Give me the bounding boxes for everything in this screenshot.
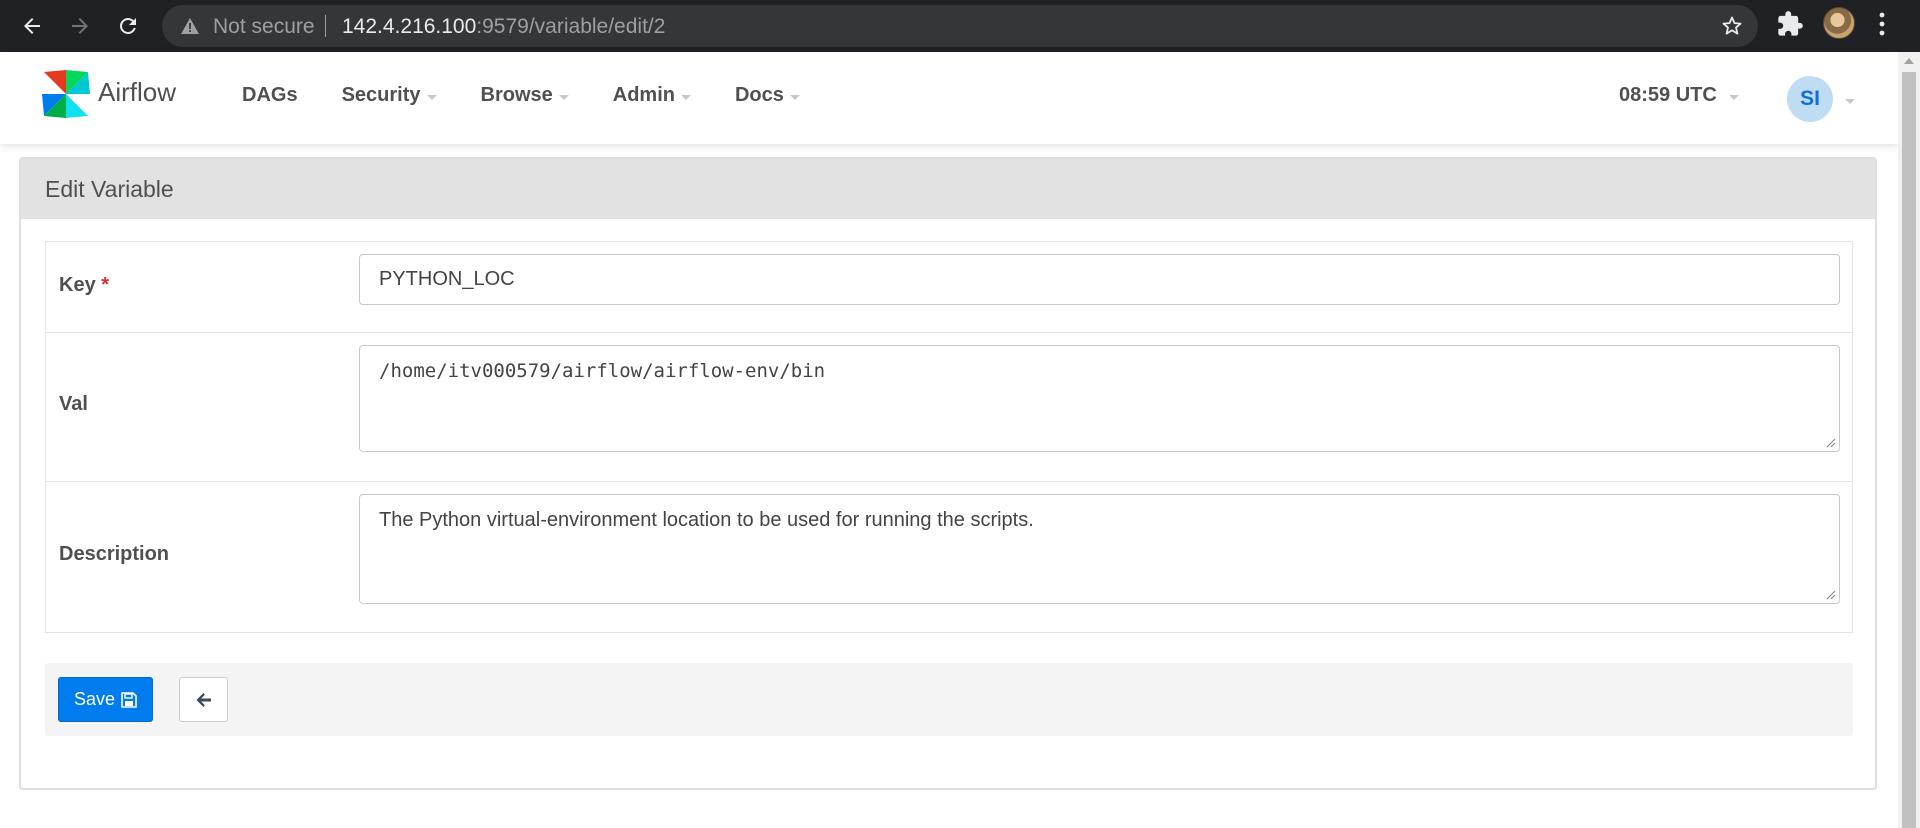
variable-form: Key * PYTHON_LOC Val /home/itv000579/air… (45, 241, 1853, 633)
back-button[interactable] (16, 10, 48, 42)
profile-avatar[interactable] (1823, 7, 1855, 39)
main-menu: DAGs Security Browse Admin Docs (242, 84, 844, 107)
page-scrollbar[interactable] (1898, 52, 1920, 828)
warning-triangle-icon (180, 17, 200, 40)
puzzle-extension-icon[interactable] (1776, 10, 1804, 43)
nav-admin[interactable]: Admin (613, 84, 691, 107)
url-host: 142.4.216.100 (342, 15, 477, 38)
form-row-val: Val /home/itv000579/airflow/airflow-env/… (46, 332, 1852, 481)
caret-down-icon (1728, 95, 1739, 100)
save-button[interactable]: Save (58, 677, 153, 722)
kebab-menu-icon[interactable] (1876, 10, 1888, 43)
floppy-disk-icon (121, 691, 137, 708)
caret-down-icon (426, 95, 437, 100)
airflow-logo-icon (42, 70, 90, 118)
nav-browse-label: Browse (480, 84, 553, 106)
key-label: Key * (59, 274, 109, 297)
user-menu[interactable]: SI (1787, 76, 1855, 122)
brand-name: Airflow (98, 76, 177, 107)
nav-docs[interactable]: Docs (735, 84, 800, 107)
caret-down-icon (558, 95, 569, 100)
url-text[interactable]: 142.4.216.100:9579/variable/edit/2 (342, 16, 665, 38)
val-textarea[interactable]: /home/itv000579/airflow/airflow-env/bin (359, 345, 1840, 452)
key-input[interactable]: PYTHON_LOC (359, 254, 1840, 305)
scroll-up-arrow-icon[interactable] (1904, 58, 1914, 64)
form-actions: Save (45, 663, 1853, 736)
panel-heading: Edit Variable (21, 159, 1875, 219)
required-mark: * (101, 274, 110, 296)
resize-handle-icon[interactable] (1824, 436, 1836, 448)
nav-security[interactable]: Security (342, 84, 437, 107)
caret-down-icon (680, 95, 691, 100)
save-button-label: Save (73, 689, 116, 709)
arrow-left-icon (196, 692, 211, 707)
reload-button[interactable] (112, 10, 144, 42)
airflow-navbar: Airflow DAGs Security Browse Admin Docs … (0, 52, 1898, 144)
address-bar[interactable]: Not secure 142.4.216.100:9579/variable/e… (162, 5, 1758, 47)
key-label-text: Key (59, 274, 96, 296)
edit-variable-panel: Edit Variable Key * PYTHON_LOC Val /home… (19, 157, 1877, 790)
star-icon[interactable] (1720, 14, 1744, 43)
nav-dags-label: DAGs (242, 84, 298, 106)
form-row-key: Key * PYTHON_LOC (46, 242, 1852, 332)
url-path: :9579/variable/edit/2 (476, 15, 666, 38)
forward-arrow-icon (72, 18, 88, 34)
user-initials: SI (1800, 87, 1820, 110)
address-separator (325, 15, 326, 37)
brand-link[interactable]: Airflow (38, 66, 176, 122)
description-label: Description (59, 543, 170, 565)
browser-toolbar: Not secure 142.4.216.100:9579/variable/e… (0, 0, 1920, 52)
resize-handle-icon[interactable] (1824, 588, 1836, 600)
reload-icon (119, 17, 136, 34)
nav-admin-label: Admin (612, 84, 675, 106)
back-arrow-icon (24, 18, 40, 34)
description-textarea[interactable]: The Python virtual-environment location … (359, 494, 1840, 604)
nav-security-label: Security (341, 84, 421, 106)
forward-button[interactable] (64, 10, 96, 42)
clock-dropdown[interactable]: 08:59 UTC (1619, 84, 1739, 107)
not-secure-label[interactable]: Not secure (213, 16, 315, 38)
caret-down-icon (789, 95, 800, 100)
val-label: Val (59, 393, 88, 415)
user-avatar: SI (1787, 76, 1833, 122)
form-row-description: Description The Python virtual-environme… (46, 481, 1852, 632)
nav-docs-label: Docs (734, 84, 784, 106)
page-title: Edit Variable (45, 175, 174, 202)
val-text: /home/itv000579/airflow/airflow-env/bin (379, 360, 826, 382)
description-text: The Python virtual-environment location … (379, 509, 1034, 531)
nav-browse[interactable]: Browse (481, 84, 569, 107)
scrollbar-thumb[interactable] (1902, 72, 1916, 828)
clock-time: 08:59 UTC (1619, 84, 1717, 106)
caret-down-icon (1845, 98, 1855, 104)
back-button-form[interactable] (179, 677, 228, 722)
nav-dags[interactable]: DAGs (242, 84, 298, 107)
